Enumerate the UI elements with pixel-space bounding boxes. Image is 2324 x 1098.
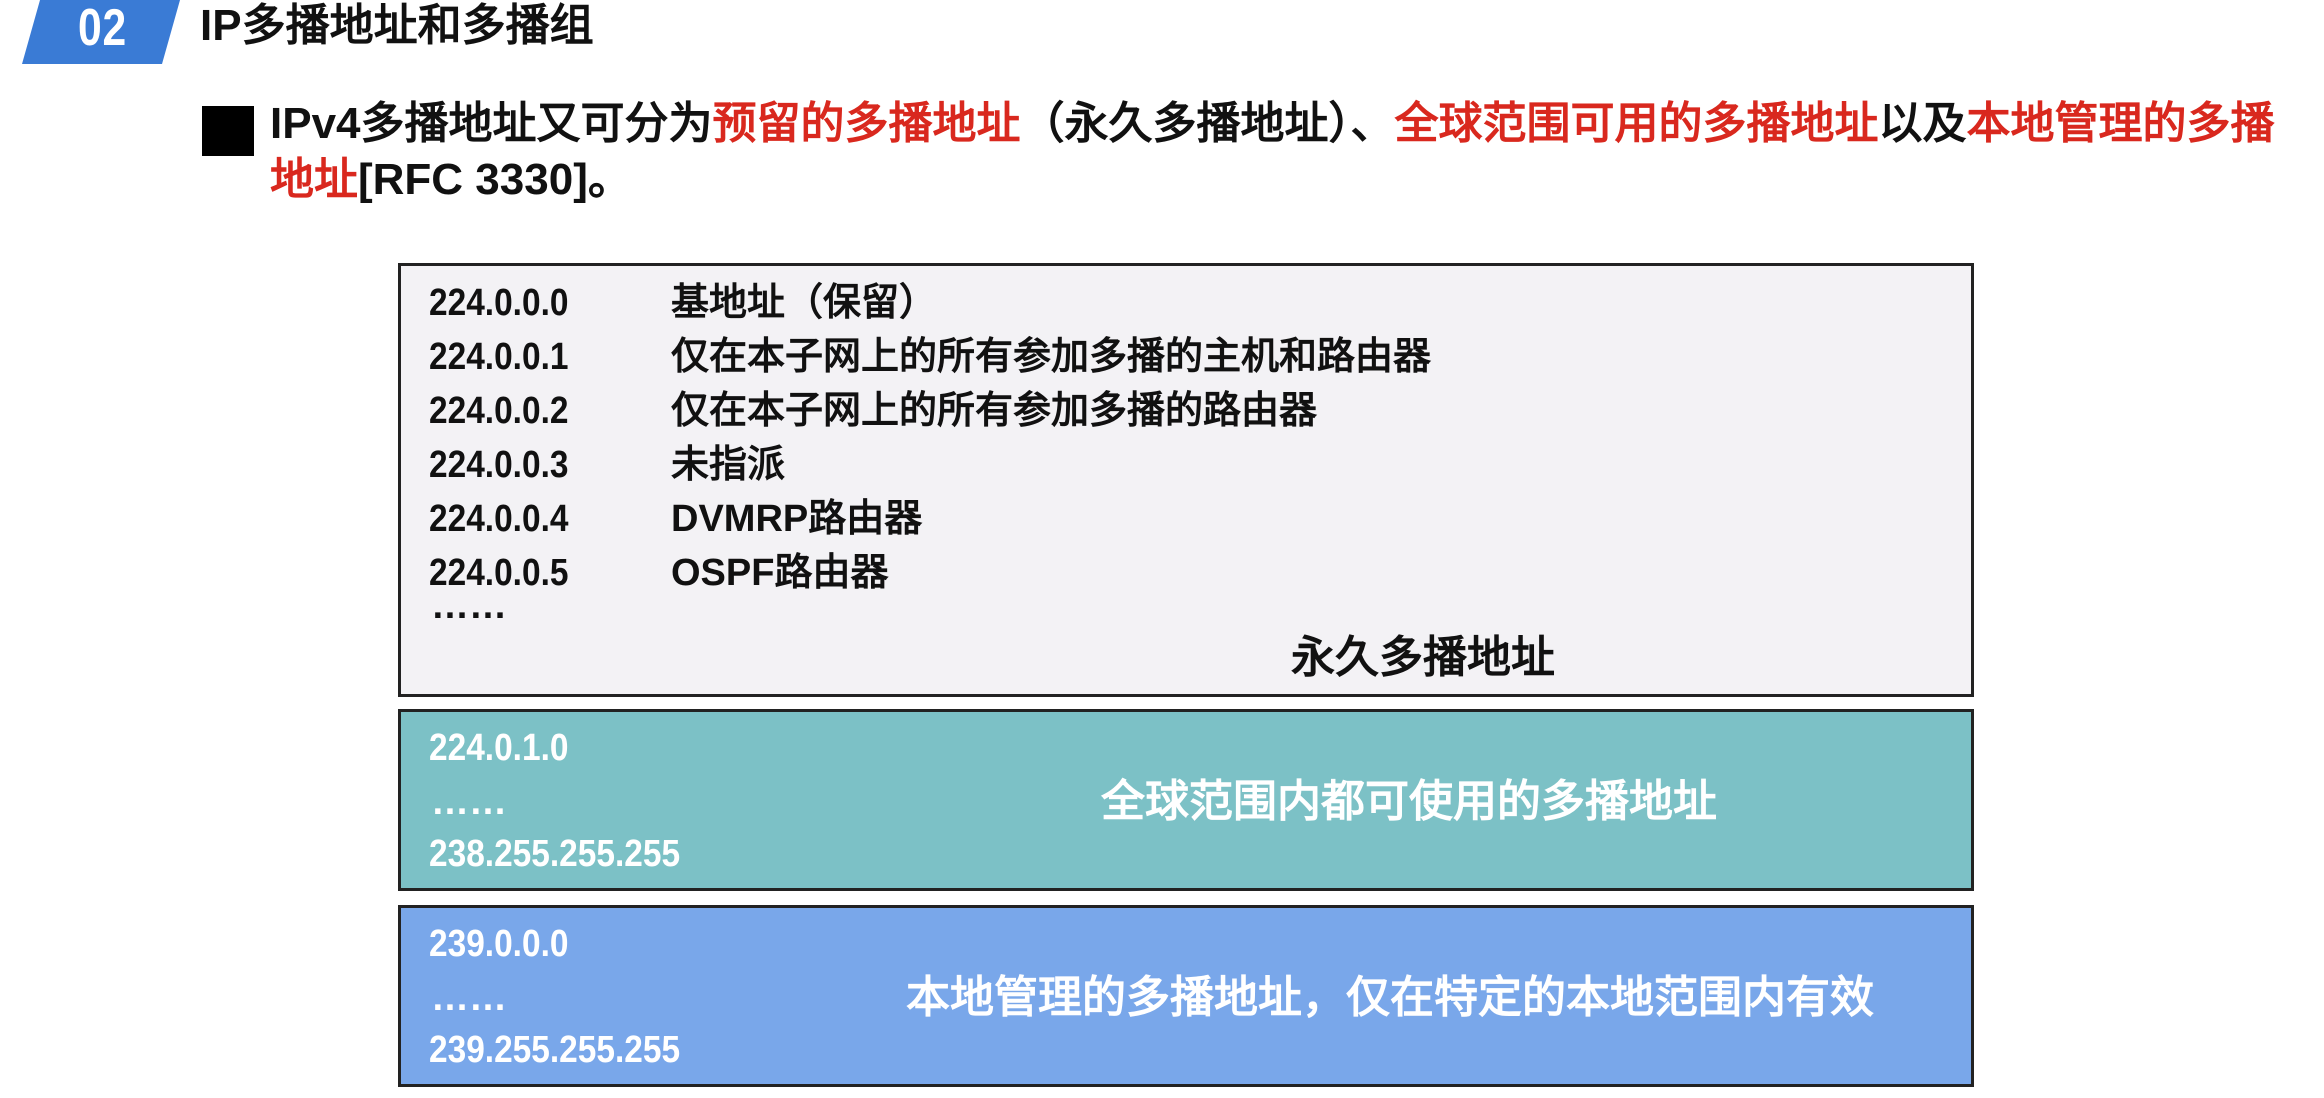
permanent-multicast-label: 永久多播地址 (1291, 633, 1555, 682)
page-title: IP多播地址和多播组 (200, 1, 594, 50)
local-multicast-box: 239.0.0.0 …… 239.255.255.255 本地管理的多播地址，仅… (398, 905, 1974, 1087)
reserved-multicast-term: 预留的多播地址 (712, 99, 1021, 148)
range-start-address: 239.0.0.0 (429, 923, 569, 965)
address-description: 基地址（保留） (671, 282, 938, 324)
permanent-multicast-box: 224.0.0.0 基地址（保留） 224.0.0.1 仅在本子网上的所有参加多… (398, 263, 1974, 697)
intro-text-3: 以及 (1878, 99, 1967, 148)
address-description: 仅在本子网上的所有参加多播的主机和路由器 (671, 336, 1432, 378)
address-description: DVMRP路由器 (671, 498, 923, 540)
global-multicast-label: 全球范围内都可使用的多播地址 (1101, 777, 1717, 826)
intro-text-1: IPv4多播地址又可分为 (270, 99, 713, 148)
range-end-address: 238.255.255.255 (429, 833, 681, 875)
address: 224.0.0.4 (429, 498, 569, 540)
ellipsis: …… (431, 977, 507, 1019)
address-description: OSPF路由器 (671, 552, 889, 594)
bullet-square-icon (202, 106, 254, 156)
section-number: 02 (78, 0, 128, 57)
section-number-badge: 02 (0, 0, 180, 64)
address: 224.0.0.0 (429, 282, 569, 324)
intro-text-2: （永久多播地址）、 (1020, 99, 1395, 148)
address: 224.0.0.3 (429, 444, 569, 486)
address: 224.0.0.2 (429, 390, 569, 432)
ellipsis: …… (431, 585, 507, 627)
address-description: 仅在本子网上的所有参加多播的路由器 (671, 390, 1318, 432)
global-multicast-box: 224.0.1.0 …… 238.255.255.255 全球范围内都可使用的多… (398, 709, 1974, 891)
local-multicast-label: 本地管理的多播地址，仅在特定的本地范围内有效 (906, 973, 1874, 1022)
intro-paragraph: IPv4多播地址又可分为预留的多播地址（永久多播地址）、全球范围可用的多播地址以… (270, 96, 2315, 208)
global-multicast-term: 全球范围可用的多播地址 (1394, 99, 1879, 148)
range-start-address: 224.0.1.0 (429, 727, 569, 769)
address-description: 未指派 (671, 444, 786, 486)
range-end-address: 239.255.255.255 (429, 1029, 681, 1071)
intro-text-4: [RFC 3330]。 (358, 155, 632, 204)
address: 224.0.0.1 (429, 336, 569, 378)
ellipsis: …… (431, 781, 507, 823)
